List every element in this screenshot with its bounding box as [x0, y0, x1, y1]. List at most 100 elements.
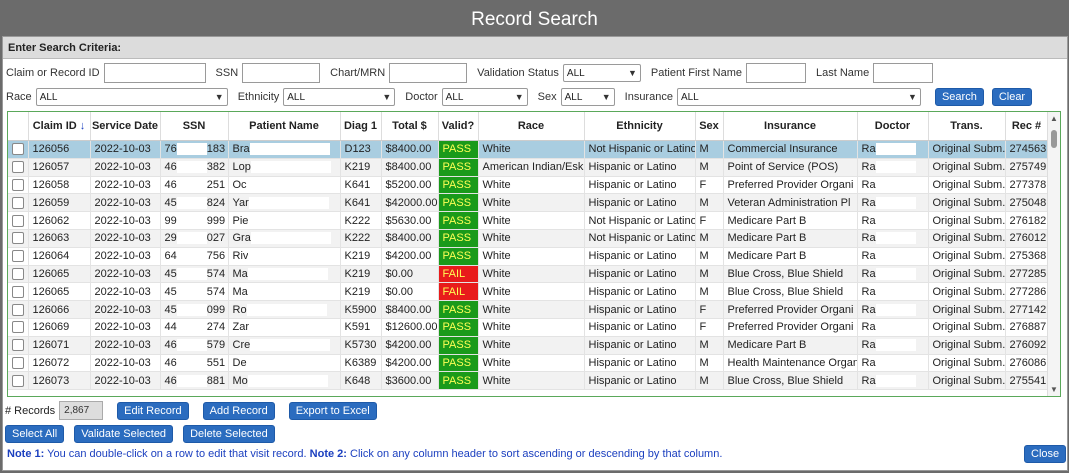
row-checkbox[interactable] — [12, 214, 24, 227]
race-select[interactable]: ALL ▼ — [35, 88, 228, 106]
service-date-cell: 2022-10-03 — [90, 229, 161, 248]
chart-input[interactable] — [389, 63, 468, 83]
table-row[interactable]: 126057 2022-10-03 46 382 Lop K219 $8400.00 PA… — [8, 158, 1049, 177]
table-row[interactable]: 126066 2022-10-03 45 099 Ro K5900 $8400.00 PA… — [8, 300, 1049, 319]
scroll-thumb[interactable] — [1051, 130, 1057, 148]
valid-cell: PASS — [438, 371, 479, 391]
row-checkbox[interactable] — [12, 303, 24, 316]
doctor-redaction — [875, 374, 916, 387]
col-header-patient-name[interactable]: Patient Name — [228, 112, 341, 141]
scroll-up-icon[interactable]: ▲ — [1050, 114, 1058, 123]
export-excel-button[interactable]: Export to Excel — [288, 401, 377, 420]
scroll-down-icon[interactable]: ▼ — [1050, 385, 1058, 394]
row-checkbox[interactable] — [12, 374, 24, 387]
doctor-prefix: Ra — [861, 214, 876, 227]
sex-cell: M — [695, 140, 724, 159]
row-checkbox[interactable] — [12, 161, 24, 174]
row-checkbox[interactable] — [12, 321, 24, 334]
race-cell: White — [478, 193, 585, 213]
ssn-cell: 45 574 — [160, 265, 229, 284]
validation-select[interactable]: ALL ▼ — [562, 64, 641, 82]
search-button[interactable]: Search — [934, 88, 984, 106]
col-header-valid[interactable]: Valid? — [438, 112, 479, 141]
sex-label: Sex — [537, 91, 557, 103]
total-cell: $3600.00 — [381, 371, 439, 391]
row-checkbox[interactable] — [12, 196, 24, 209]
col-header-total[interactable]: Total $ — [381, 112, 439, 141]
diag-cell: K5900 — [340, 300, 382, 319]
table-row[interactable]: 126065 2022-10-03 45 574 Ma K219 $0.00 FAIL Wh… — [8, 282, 1049, 302]
table-row[interactable]: 126072 2022-10-03 46 551 De K6389 $4200.00 PA… — [8, 354, 1049, 373]
patient-name-prefix: De — [232, 356, 247, 369]
vertical-scrollbar[interactable]: ▲ ▼ — [1047, 112, 1060, 396]
patient-name-prefix: Bra — [232, 143, 250, 156]
table-row[interactable]: 126073 2022-10-03 46 881 Mo K648 $3600.00 PAS… — [8, 371, 1049, 391]
table-row[interactable]: 126059 2022-10-03 45 824 Yar K641 $42000.00 P… — [8, 193, 1049, 213]
last-name-input[interactable] — [873, 63, 934, 83]
table-row[interactable]: 126064 2022-10-03 64 756 Riv K219 $4200.00 PA… — [8, 247, 1049, 266]
row-checkbox-cell — [8, 265, 29, 284]
clear-button[interactable]: Clear — [991, 88, 1033, 106]
row-checkbox[interactable] — [12, 250, 24, 263]
validate-selected-button[interactable]: Validate Selected — [74, 425, 174, 443]
edit-record-button[interactable]: Edit Record — [117, 401, 189, 420]
claim-input[interactable] — [103, 63, 206, 83]
col-header-trans[interactable]: Trans. — [928, 112, 1006, 141]
insurance-cell: Medicare Part B — [723, 229, 858, 248]
patient-name-cell: Pie — [228, 211, 341, 230]
claim-id-cell: 126064 — [28, 247, 91, 266]
table-row[interactable]: 126065 2022-10-03 45 574 Ma K219 $0.00 FAIL Wh… — [8, 265, 1049, 284]
note1-label: Note 1: — [7, 448, 45, 460]
table-row[interactable]: 126062 2022-10-03 99 999 Pie K222 $5630.00 PA… — [8, 211, 1049, 230]
ssn-input[interactable] — [242, 63, 321, 83]
close-button[interactable]: Close — [1024, 445, 1067, 463]
row-checkbox[interactable] — [12, 285, 24, 298]
table-row[interactable]: 126071 2022-10-03 46 579 Cre K5730 $4200.00 P… — [8, 336, 1049, 355]
diag-cell: K219 — [340, 247, 382, 266]
service-date-cell: 2022-10-03 — [90, 247, 161, 266]
row-checkbox[interactable] — [12, 339, 24, 352]
delete-selected-button[interactable]: Delete Selected — [183, 425, 275, 443]
name-redaction — [246, 356, 327, 369]
col-header-rec[interactable]: Rec # — [1005, 112, 1049, 141]
row-checkbox[interactable] — [12, 268, 24, 281]
first-name-input[interactable] — [746, 63, 807, 83]
doctor-prefix: Ra — [861, 161, 876, 174]
table-row[interactable]: 126063 2022-10-03 29 027 Gra K222 $8400.00 PA… — [8, 229, 1049, 248]
col-header-insurance[interactable]: Insurance — [723, 112, 858, 141]
row-checkbox[interactable] — [12, 232, 24, 245]
diag-cell: K222 — [340, 211, 382, 230]
row-checkbox[interactable] — [12, 179, 24, 192]
table-row[interactable]: 126069 2022-10-03 44 274 Zar K591 $12600.00 P… — [8, 318, 1049, 337]
col-header-doctor[interactable]: Doctor — [857, 112, 929, 141]
patient-name-prefix: Lop — [232, 161, 251, 174]
table-row[interactable]: 126058 2022-10-03 46 251 Oc K641 $5200.00 PAS… — [8, 176, 1049, 195]
claim-id-cell: 126073 — [28, 371, 91, 391]
total-cell: $4200.00 — [381, 354, 439, 373]
sex-select[interactable]: ALL ▼ — [560, 88, 615, 106]
col-header-diag[interactable]: Diag 1 — [340, 112, 382, 141]
col-header-ethnicity[interactable]: Ethnicity — [584, 112, 696, 141]
add-record-button[interactable]: Add Record — [202, 401, 275, 420]
table-row[interactable]: 126056 2022-10-03 76 183 Bra D123 $8400.00 PA… — [8, 140, 1049, 159]
row-checkbox[interactable] — [12, 143, 24, 156]
col-header-ssn[interactable]: SSN — [160, 112, 229, 141]
name-redaction — [250, 161, 331, 174]
col-header-race[interactable]: Race — [478, 112, 585, 141]
select-all-button[interactable]: Select All — [5, 425, 65, 443]
ssn-cell: 44 274 — [160, 318, 229, 337]
doctor-redaction — [875, 214, 916, 227]
row-checkbox[interactable] — [12, 357, 24, 369]
ssn-cell: 64 756 — [160, 247, 229, 266]
ethnicity-select[interactable]: ALL ▼ — [283, 88, 396, 106]
col-header-claim[interactable]: Claim ID ↓ — [28, 112, 91, 141]
insurance-select[interactable]: ALL ▼ — [676, 88, 921, 106]
doctor-select[interactable]: ALL ▼ — [441, 88, 528, 106]
total-cell: $8400.00 — [381, 300, 439, 319]
claim-id-cell: 126062 — [28, 211, 91, 230]
doctor-value: ALL — [445, 91, 464, 103]
claim-id-cell: 126057 — [28, 158, 91, 177]
col-header-service-date[interactable]: Service Date — [90, 112, 161, 141]
col-header-sex[interactable]: Sex — [695, 112, 724, 141]
ssn-redaction — [176, 196, 207, 209]
